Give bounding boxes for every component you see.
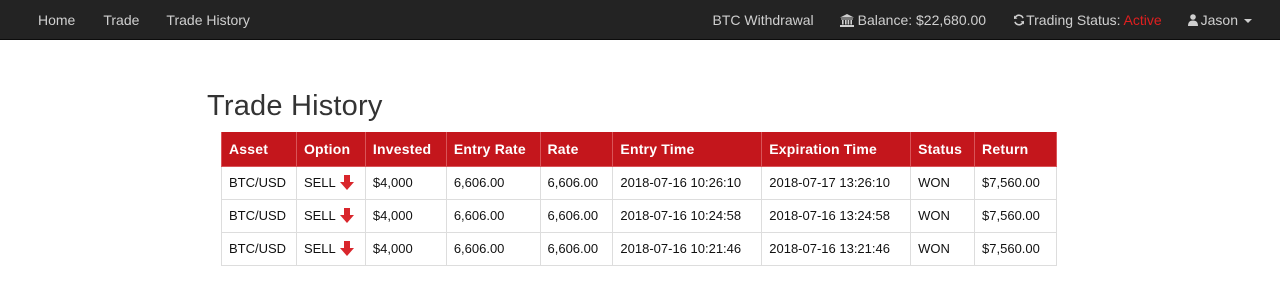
col-header-status[interactable]: Status [910, 132, 976, 167]
user-menu-dropdown[interactable]: Jason [1187, 0, 1252, 40]
user-name: Jason [1200, 12, 1238, 28]
col-header-invested[interactable]: Invested [364, 132, 447, 167]
sell-option: SELL [304, 175, 354, 190]
cell-status: WON [910, 198, 976, 233]
cell-asset: BTC/USD [221, 198, 297, 233]
user-icon [1187, 14, 1198, 26]
cell-entry-time: 2018-07-16 10:21:46 [612, 231, 763, 266]
cell-invested: $4,000 [364, 165, 447, 200]
table-row: BTC/USD SELL $4,000 6,606.00 6,606.00 20… [221, 198, 1057, 233]
nav-balance[interactable]: Balance: $22,680.00 [839, 0, 987, 40]
cell-expiration-time: 2018-07-16 13:24:58 [761, 198, 912, 233]
nav-trading-status[interactable]: Trading Status: Active [1013, 0, 1162, 40]
nav-btc-withdrawal-link[interactable]: BTC Withdrawal [713, 0, 814, 40]
col-header-option[interactable]: Option [295, 132, 366, 167]
option-label: SELL [303, 241, 336, 256]
cell-return: $7,560.00 [974, 231, 1057, 266]
cell-expiration-time: 2018-07-16 13:21:46 [761, 231, 912, 266]
cell-rate: 6,606.00 [539, 231, 614, 266]
trading-status-value: Active [1123, 12, 1162, 28]
page-title: Trade History [207, 90, 383, 122]
trading-status-label: Trading Status: [1026, 12, 1121, 28]
option-label: SELL [303, 175, 336, 190]
nav-right: BTC Withdrawal Balance: $22,680.00 Tradi… [713, 0, 1280, 40]
table-header-row: Asset Option Invested Entry Rate Rate En… [221, 132, 1057, 167]
cell-rate: 6,606.00 [539, 165, 614, 200]
chevron-down-icon [1244, 19, 1252, 23]
nav-home-link[interactable]: Home [38, 0, 75, 40]
nav-trade-link[interactable]: Trade [103, 0, 139, 40]
arrow-down-icon [339, 241, 354, 256]
refresh-icon [1013, 14, 1025, 26]
cell-asset: BTC/USD [221, 231, 297, 266]
bank-icon [839, 13, 854, 27]
arrow-down-icon [339, 175, 354, 190]
cell-status: WON [910, 231, 976, 266]
cell-entry-time: 2018-07-16 10:24:58 [612, 198, 763, 233]
nav-left: Home Trade Trade History [0, 0, 250, 40]
cell-option: SELL [295, 198, 366, 233]
nav-balance-label: Balance: $22,680.00 [857, 12, 987, 28]
cell-invested: $4,000 [364, 198, 447, 233]
table-row: BTC/USD SELL $4,000 6,606.00 6,606.00 20… [221, 165, 1057, 200]
col-header-rate[interactable]: Rate [539, 132, 614, 167]
col-header-return[interactable]: Return [974, 132, 1057, 167]
col-header-entry-rate[interactable]: Entry Rate [445, 132, 541, 167]
col-header-entry-time[interactable]: Entry Time [612, 132, 763, 167]
option-label: SELL [303, 208, 336, 223]
cell-option: SELL [295, 231, 366, 266]
cell-entry-time: 2018-07-16 10:26:10 [612, 165, 763, 200]
cell-entry-rate: 6,606.00 [445, 231, 541, 266]
col-header-expiration-time[interactable]: Expiration Time [761, 132, 912, 167]
col-header-asset[interactable]: Asset [221, 132, 297, 167]
cell-invested: $4,000 [364, 231, 447, 266]
cell-entry-rate: 6,606.00 [445, 165, 541, 200]
nav-trade-history-link[interactable]: Trade History [166, 0, 250, 40]
cell-entry-rate: 6,606.00 [445, 198, 541, 233]
arrow-down-icon [339, 208, 354, 223]
cell-status: WON [910, 165, 976, 200]
cell-rate: 6,606.00 [539, 198, 614, 233]
cell-asset: BTC/USD [221, 165, 297, 200]
sell-option: SELL [304, 241, 354, 256]
cell-return: $7,560.00 [974, 198, 1057, 233]
trade-history-table: Asset Option Invested Entry Rate Rate En… [221, 132, 1057, 266]
sell-option: SELL [304, 208, 354, 223]
cell-return: $7,560.00 [974, 165, 1057, 200]
table-row: BTC/USD SELL $4,000 6,606.00 6,606.00 20… [221, 231, 1057, 266]
cell-expiration-time: 2018-07-17 13:26:10 [761, 165, 912, 200]
top-navbar: Home Trade Trade History BTC Withdrawal … [0, 0, 1280, 40]
cell-option: SELL [295, 165, 366, 200]
